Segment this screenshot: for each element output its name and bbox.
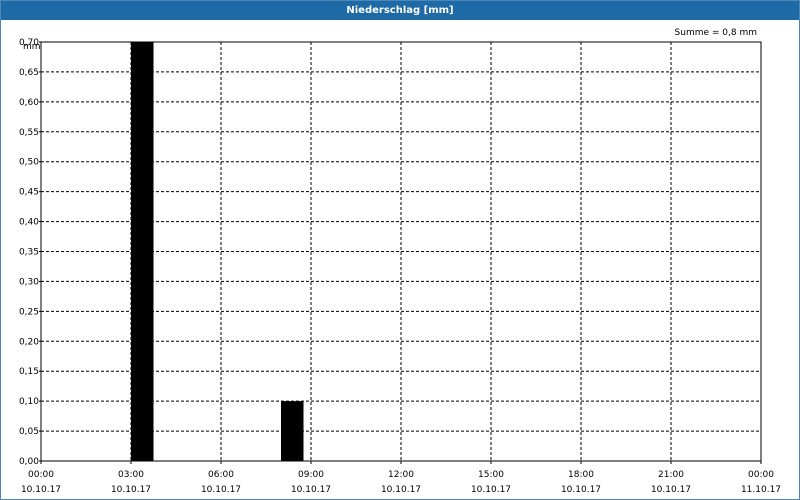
y-tick-label: 0,10 [19, 397, 39, 407]
y-tick-label: 0,60 [19, 98, 39, 108]
chart-window: Niederschlag [mm] 0,00 0,05 0,10 0,15 0,20 0,… [0, 0, 800, 500]
x-tick-time-label: 18:00 [568, 470, 594, 480]
x-tick-time-label: 21:00 [658, 470, 684, 480]
y-tick-label: 0,15 [19, 367, 39, 377]
precipitation-bar [281, 401, 304, 461]
x-tick-date-label: 10.10.17 [471, 485, 511, 495]
y-tick-label: 0,35 [19, 248, 39, 258]
x-tick-time-label: 06:00 [208, 470, 234, 480]
x-tick-time-label: 00:00 [28, 470, 54, 480]
precipitation-bar [131, 42, 154, 461]
x-tick-time-label: 12:00 [388, 470, 414, 480]
x-tick-time-label: 15:00 [478, 470, 504, 480]
y-tick-label: 0,05 [19, 427, 39, 437]
x-tick-date-label: 10.10.17 [291, 485, 331, 495]
y-tick-label: 0,30 [19, 277, 39, 287]
x-tick-date-label: 10.10.17 [651, 485, 691, 495]
y-tick-label: 0,40 [19, 218, 39, 228]
y-tick-label: 0,20 [19, 337, 39, 347]
y-tick-label: 0,45 [19, 188, 39, 198]
y-tick-label: 0,65 [19, 68, 39, 78]
x-tick-time-label: 03:00 [118, 470, 144, 480]
y-tick-label: 0,55 [19, 128, 39, 138]
x-tick-time-label: 00:00 [748, 470, 774, 480]
y-axis-unit-label: mm [23, 42, 41, 52]
y-tick-label: 0,00 [19, 457, 39, 467]
x-tick-date-label: 10.10.17 [201, 485, 241, 495]
y-tick-label: 0,50 [19, 158, 39, 168]
chart-title: Niederschlag [mm] [1, 1, 799, 20]
x-tick-date-label: 10.10.17 [381, 485, 421, 495]
x-tick-date-label: 11.10.17 [741, 485, 781, 495]
x-tick-date-label: 10.10.17 [561, 485, 601, 495]
x-tick-date-label: 10.10.17 [21, 485, 61, 495]
x-tick-time-label: 09:00 [298, 470, 324, 480]
precipitation-chart: 0,00 0,05 0,10 0,15 0,20 0,25 0,30 0,35 0,40 0,45… [19, 28, 781, 495]
sum-label: Summe = 0,8 mm [675, 28, 757, 38]
y-tick-label: 0,25 [19, 307, 39, 317]
x-tick-date-label: 10.10.17 [111, 485, 151, 495]
